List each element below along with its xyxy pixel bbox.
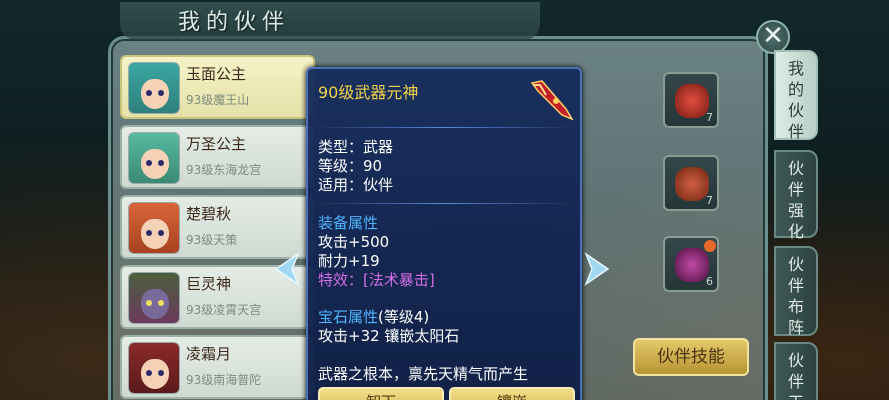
attack-attr: 攻击+500: [318, 233, 390, 251]
avatar: [128, 132, 180, 184]
partner-level-school: 93级南海普陀: [186, 373, 262, 387]
partner-level-school: 93级东海龙宫: [186, 163, 262, 177]
right-arrow-icon[interactable]: [584, 252, 612, 286]
avatar: [128, 202, 180, 254]
partner-item-chubiqiu[interactable]: 楚碧秋 93级天策: [120, 195, 315, 259]
partner-name: 巨灵神: [186, 275, 232, 293]
unequip-button[interactable]: 卸下: [318, 387, 444, 400]
partner-name: 楚碧秋: [186, 205, 232, 223]
left-arrow-icon[interactable]: [272, 252, 300, 286]
item-level: 等级：90: [318, 157, 383, 175]
partner-item-lingshuangyue[interactable]: 凌霜月 93级南海普陀: [120, 335, 315, 399]
slot-count: 7: [706, 194, 713, 207]
armor-icon: [675, 84, 709, 118]
special-effect: 特效：[法术暴击]: [318, 271, 435, 289]
partner-item-wansheng[interactable]: 万圣公主 93级东海龙宫: [120, 125, 315, 189]
equip-attr-header: 装备属性: [318, 214, 379, 232]
tab-label: 伙伴布阵: [787, 255, 804, 337]
close-icon: ✕: [762, 21, 784, 51]
partner-name: 玉面公主: [186, 65, 247, 83]
slot-count: 6: [706, 275, 713, 288]
tab-label: 我的伙伴: [787, 59, 804, 141]
item-applicable: 适用：伙伴: [318, 176, 394, 194]
equip-slot-1[interactable]: 7: [663, 72, 719, 128]
gem-level: (等级4): [378, 308, 430, 326]
avatar: [128, 342, 180, 394]
partner-level-school: 93级凌霄天宫: [186, 303, 262, 317]
gem-attr: 攻击+32 镶嵌太阳石: [318, 327, 460, 345]
tab-partner-enhance[interactable]: 伙伴强化: [774, 150, 818, 241]
partner-name: 凌霜月: [186, 345, 232, 363]
avatar: [128, 272, 180, 324]
item-type: 类型：武器: [318, 138, 394, 156]
item-flavor-text: 武器之根本，禀先天精气而产生: [318, 365, 529, 383]
tab-partner-formation[interactable]: 伙伴布阵: [774, 246, 818, 337]
partner-level-school: 93级天策: [186, 233, 238, 247]
boots-icon: [675, 248, 709, 282]
item-title: 90级武器元神: [318, 83, 419, 102]
equip-slot-2[interactable]: 7: [663, 155, 719, 211]
durability-attr: 耐力+19: [318, 252, 380, 270]
window-title: 我的伙伴: [178, 10, 291, 35]
tab-my-partners[interactable]: 我的伙伴: [774, 50, 818, 141]
weapon-icon: [530, 80, 574, 121]
partner-name: 万圣公主: [186, 135, 247, 153]
notify-dot-icon: [704, 240, 716, 252]
slot-count: 7: [706, 111, 713, 124]
partner-skill-button[interactable]: 伙伴技能: [633, 338, 749, 376]
item-tooltip: 90级武器元神 类型：武器 等级：90 适用：伙伴 装备属性 攻击+500 耐力…: [306, 67, 582, 400]
tab-label: 伙伴天: [787, 351, 804, 400]
avatar: [128, 62, 180, 114]
partner-item-yumian[interactable]: 玉面公主 93级魔王山: [120, 55, 315, 119]
gem-attr-header: 宝石属性(等级4): [318, 306, 429, 327]
belt-icon: [675, 167, 709, 201]
tab-partner-tian[interactable]: 伙伴天: [774, 342, 818, 400]
partner-level-school: 93级魔王山: [186, 93, 250, 107]
tab-label: 伙伴强化: [787, 159, 804, 241]
inlay-button[interactable]: 镶嵌: [449, 387, 575, 400]
gem-attr-title: 宝石属性: [318, 308, 379, 326]
close-button[interactable]: ✕: [756, 20, 790, 54]
